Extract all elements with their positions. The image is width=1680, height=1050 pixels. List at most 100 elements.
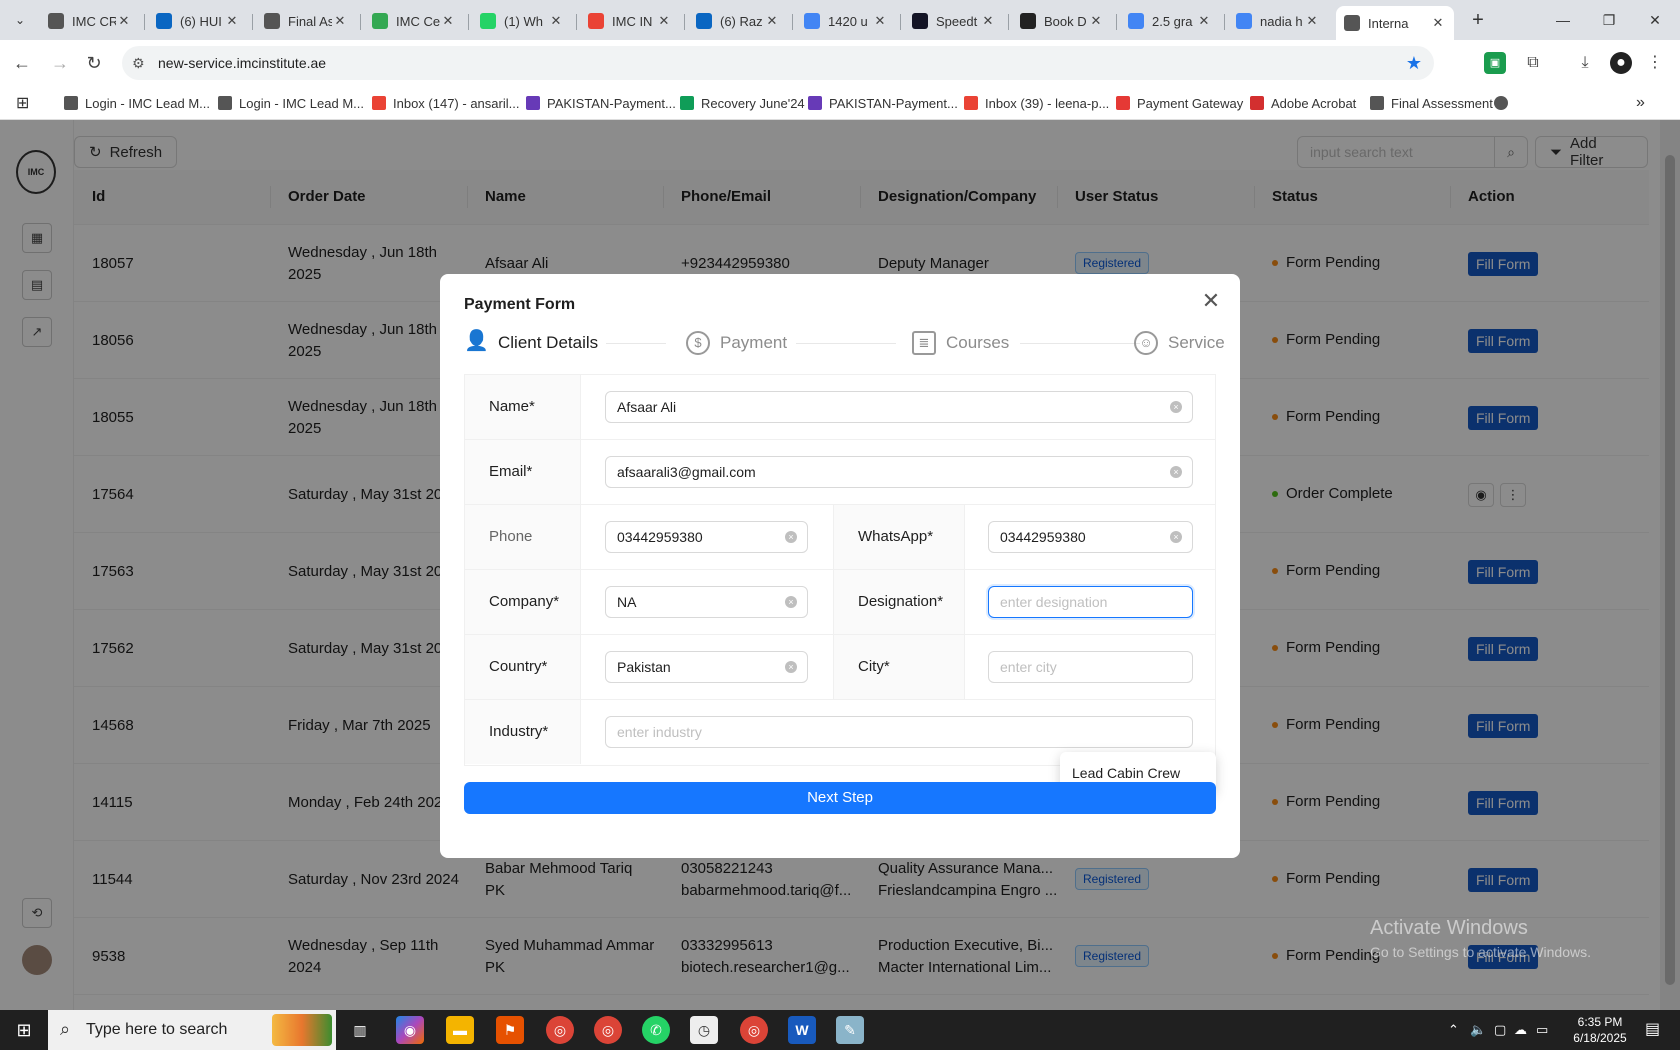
taskbar-search-box[interactable]: ⌕ Type here to search	[48, 1010, 336, 1050]
step-courses[interactable]: ≣ Courses	[912, 330, 1009, 356]
name-input[interactable]: Afsaar Ali ×	[605, 391, 1193, 423]
bookmark-item[interactable]: Payment Gateway	[1116, 93, 1243, 113]
tab-close-icon[interactable]: ✕	[548, 13, 564, 29]
tab-0[interactable]: IMC CR ✕	[40, 6, 140, 36]
company-input[interactable]: NA ×	[605, 586, 808, 618]
tab-close-icon[interactable]: ✕	[872, 13, 888, 29]
windows-start-icon[interactable]: ⊞	[12, 1018, 36, 1042]
profile-avatar-icon[interactable]: ●	[1610, 52, 1632, 74]
bookmark-item[interactable]: PAKISTAN-Payment...	[526, 93, 676, 113]
app-flame-icon[interactable]: ⚑	[496, 1016, 524, 1044]
tab-12[interactable]: Interna ✕	[1336, 6, 1454, 40]
tab-4[interactable]: (1) Wh ✕	[472, 6, 572, 36]
bookmark-item[interactable]: Adobe Acrobat	[1250, 93, 1356, 113]
chrome-profile-icon[interactable]: ◎	[594, 1016, 622, 1044]
tab-5[interactable]: IMC IN ✕	[580, 6, 680, 36]
step-service[interactable]: ☺ Service	[1134, 330, 1225, 356]
industry-input[interactable]: enter industry	[605, 716, 1193, 748]
clock-app-icon[interactable]: ◷	[690, 1016, 718, 1044]
next-step-button[interactable]: Next Step	[464, 782, 1216, 814]
forward-arrow-icon[interactable]: →	[48, 51, 72, 75]
tab-close-icon[interactable]: ✕	[1088, 13, 1104, 29]
close-icon[interactable]: ✕	[1200, 290, 1222, 312]
tab-close-icon[interactable]: ✕	[224, 13, 240, 29]
bookmark-item[interactable]: Final Assessment	[1370, 93, 1493, 113]
tray-app-icon[interactable]: ▢	[1494, 1010, 1506, 1050]
onedrive-icon[interactable]: ☁	[1514, 1010, 1527, 1050]
tab-1[interactable]: (6) HUI ✕	[148, 6, 248, 36]
tray-chevron-icon[interactable]: ⌃	[1448, 1010, 1459, 1050]
bookmark-item[interactable]: Login - IMC Lead M...	[64, 93, 210, 113]
bookmark-favicon-icon	[1370, 96, 1384, 110]
url-text[interactable]: new-service.imcinstitute.ae	[158, 55, 326, 71]
bookmark-extra-icon[interactable]	[1494, 93, 1515, 113]
tab-11[interactable]: nadia h ✕	[1228, 6, 1328, 36]
divider	[580, 570, 581, 634]
more-bookmarks-chevron-icon[interactable]: »	[1636, 93, 1645, 113]
clear-icon[interactable]: ×	[1170, 401, 1182, 413]
tab-7[interactable]: 1420 u ✕	[796, 6, 896, 36]
tab-close-icon[interactable]: ✕	[764, 13, 780, 29]
phone-input[interactable]: 03442959380 ×	[605, 521, 808, 553]
close-window-icon[interactable]: ✕	[1632, 0, 1678, 40]
downloads-icon[interactable]: ⤓	[1574, 52, 1596, 74]
tab-close-icon[interactable]: ✕	[116, 13, 132, 29]
clear-icon[interactable]: ×	[785, 661, 797, 673]
bookmark-item[interactable]: Inbox (147) - ansaril...	[372, 93, 519, 113]
bookmark-item[interactable]: Recovery June'24	[680, 93, 805, 113]
apps-grid-icon[interactable]: ⊞	[16, 93, 29, 113]
tab-favicon-icon	[1236, 13, 1252, 29]
tab-close-icon[interactable]: ✕	[980, 13, 996, 29]
notepad-icon[interactable]: ✎	[836, 1016, 864, 1044]
designation-input[interactable]: enter designation	[988, 586, 1193, 618]
site-info-icon[interactable]: ⚙	[132, 55, 145, 72]
notifications-icon[interactable]: ▤	[1645, 1010, 1660, 1050]
step-client-details[interactable]: 👤 Client Details	[464, 330, 598, 356]
email-input[interactable]: afsaarali3@gmail.com ×	[605, 456, 1193, 488]
tab-9[interactable]: Book D ✕	[1012, 6, 1112, 36]
extensions-puzzle-icon[interactable]: ⧉	[1522, 52, 1544, 74]
country-input[interactable]: Pakistan ×	[605, 651, 808, 683]
tab-2[interactable]: Final As ✕	[256, 6, 356, 36]
copilot-icon[interactable]: ◉	[396, 1016, 424, 1044]
task-view-icon[interactable]: ▥	[346, 1016, 374, 1044]
restore-icon[interactable]: ❐	[1586, 0, 1632, 40]
chrome-icon[interactable]: ◎	[546, 1016, 574, 1044]
tab-close-icon[interactable]: ✕	[440, 13, 456, 29]
step-payment[interactable]: $ Payment	[686, 330, 787, 356]
reload-icon[interactable]: ↻	[82, 51, 106, 75]
tab-close-icon[interactable]: ✕	[656, 13, 672, 29]
address-bar[interactable]: ⚙ new-service.imcinstitute.ae ★	[122, 46, 1434, 80]
extension-green-icon[interactable]: ▣	[1484, 52, 1506, 74]
tab-close-icon[interactable]: ✕	[1430, 15, 1446, 31]
tab-8[interactable]: Speedt ✕	[904, 6, 1004, 36]
tab-search-chevron-icon[interactable]: ⌄	[8, 8, 32, 32]
network-icon[interactable]: ▭	[1536, 1010, 1548, 1050]
chrome-secondary-icon[interactable]: ◎	[740, 1016, 768, 1044]
tab-close-icon[interactable]: ✕	[332, 13, 348, 29]
volume-icon[interactable]: 🔈	[1470, 1010, 1486, 1050]
tab-3[interactable]: IMC Ce ✕	[364, 6, 464, 36]
word-icon[interactable]: W	[788, 1016, 816, 1044]
clear-icon[interactable]: ×	[1170, 466, 1182, 478]
tab-6[interactable]: (6) Raz ✕	[688, 6, 788, 36]
minimize-icon[interactable]: —	[1540, 0, 1586, 40]
clear-icon[interactable]: ×	[785, 531, 797, 543]
whatsapp-icon[interactable]: ✆	[642, 1016, 670, 1044]
system-clock[interactable]: 6:35 PM 6/18/2025	[1560, 1014, 1640, 1046]
bookmark-item[interactable]: Inbox (39) - leena-p...	[964, 93, 1109, 113]
whatsapp-input[interactable]: 03442959380 ×	[988, 521, 1193, 553]
file-explorer-icon[interactable]: ▬	[446, 1016, 474, 1044]
bookmark-item[interactable]: PAKISTAN-Payment...	[808, 93, 958, 113]
clear-icon[interactable]: ×	[1170, 531, 1182, 543]
bookmark-item[interactable]: Login - IMC Lead M...	[218, 93, 364, 113]
tab-10[interactable]: 2.5 gra ✕	[1120, 6, 1220, 36]
clear-icon[interactable]: ×	[785, 596, 797, 608]
tab-close-icon[interactable]: ✕	[1304, 13, 1320, 29]
menu-kebab-icon[interactable]: ⋮	[1644, 52, 1666, 74]
city-input[interactable]: enter city	[988, 651, 1193, 683]
bookmark-star-icon[interactable]: ★	[1406, 53, 1422, 74]
back-arrow-icon[interactable]: ←	[10, 51, 34, 75]
tab-close-icon[interactable]: ✕	[1196, 13, 1212, 29]
new-tab-plus-icon[interactable]: +	[1466, 8, 1490, 32]
